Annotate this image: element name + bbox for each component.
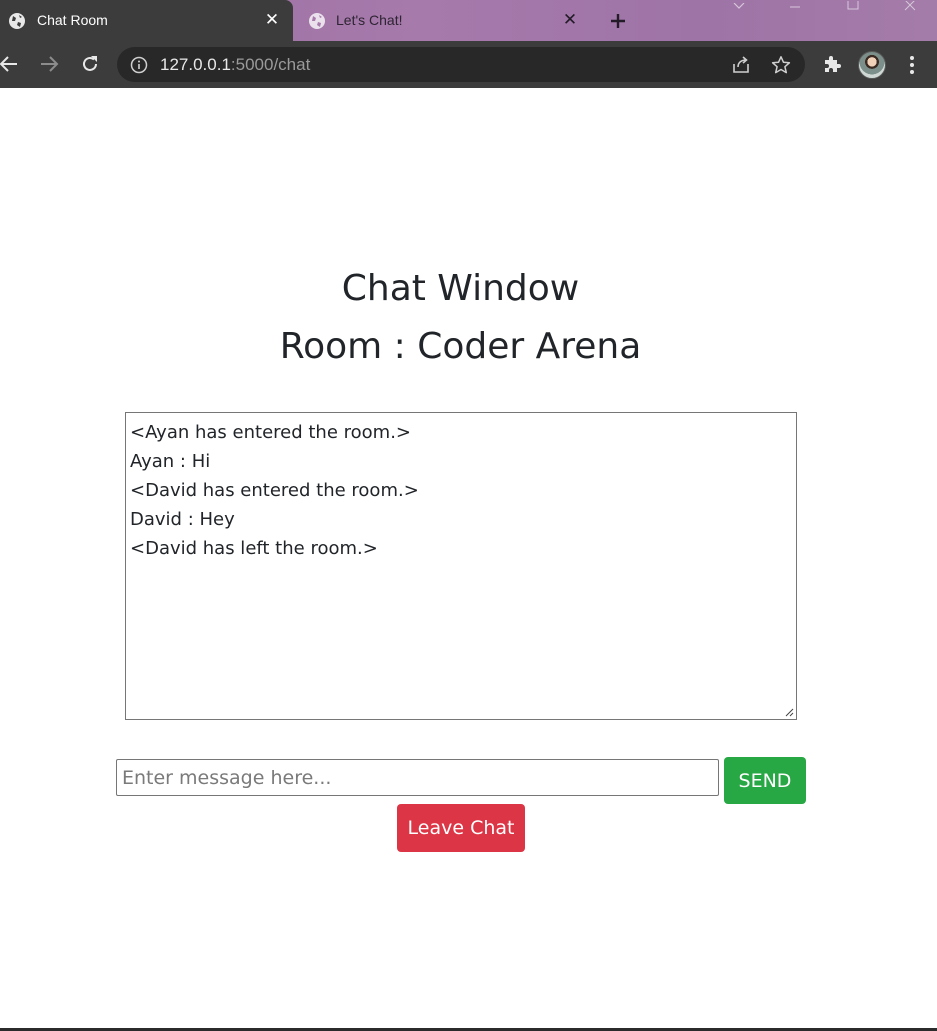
message-input[interactable] — [116, 759, 719, 796]
tab-chat-room[interactable]: Chat Room ✕ — [0, 0, 293, 41]
tab-title: Let's Chat! — [336, 12, 403, 28]
tab-lets-chat[interactable]: Let's Chat! ✕ — [297, 0, 587, 41]
back-icon — [0, 56, 17, 72]
forward-icon — [41, 56, 59, 72]
minimize-icon[interactable] — [772, 0, 818, 10]
new-tab-button[interactable] — [606, 9, 630, 33]
forward-button[interactable] — [36, 51, 62, 77]
menu-icon[interactable] — [903, 54, 921, 76]
reload-button[interactable] — [77, 51, 103, 77]
maximize-icon[interactable] — [830, 0, 876, 10]
info-icon[interactable] — [130, 56, 148, 74]
url-text: 127.0.0.1:5000/chat — [160, 56, 310, 74]
close-icon[interactable]: ✕ — [262, 10, 282, 30]
puzzle-icon[interactable] — [822, 54, 842, 74]
resize-grip-icon[interactable] — [784, 707, 794, 717]
back-button[interactable] — [0, 51, 22, 77]
avatar[interactable] — [858, 51, 886, 79]
star-icon[interactable] — [771, 55, 791, 75]
page-content: Chat Window Room : Coder Arena <Ayan has… — [0, 88, 937, 1029]
chat-line: <David has left the room.> — [130, 538, 378, 559]
tab-search-icon[interactable] — [716, 0, 762, 10]
send-button[interactable]: SEND — [724, 757, 806, 804]
url-path: :5000/chat — [230, 55, 311, 74]
chat-line: <David has entered the room.> — [130, 480, 419, 501]
reload-icon — [83, 56, 97, 71]
window-close-icon[interactable] — [887, 0, 933, 11]
chat-line: David : Hey — [130, 509, 235, 530]
chat-line: <Ayan has entered the room.> — [130, 422, 411, 443]
browser-toolbar: 127.0.0.1:5000/chat — [0, 41, 937, 88]
address-bar[interactable]: 127.0.0.1:5000/chat — [117, 47, 805, 82]
share-icon[interactable] — [731, 55, 751, 75]
chat-log[interactable]: <Ayan has entered the room.> Ayan : Hi <… — [125, 412, 797, 720]
plus-icon — [611, 14, 625, 28]
room-title: Room : Coder Arena — [279, 326, 642, 367]
chat-line: Ayan : Hi — [130, 451, 211, 472]
tab-strip: Chat Room ✕ Let's Chat! ✕ — [0, 0, 937, 41]
globe-icon — [9, 13, 25, 29]
globe-icon — [309, 13, 325, 29]
page-title: Chat Window — [341, 268, 580, 309]
close-icon[interactable]: ✕ — [560, 10, 580, 30]
tab-title: Chat Room — [37, 12, 108, 28]
leave-chat-button[interactable]: Leave Chat — [397, 804, 525, 852]
url-host: 127.0.0.1 — [160, 55, 231, 74]
